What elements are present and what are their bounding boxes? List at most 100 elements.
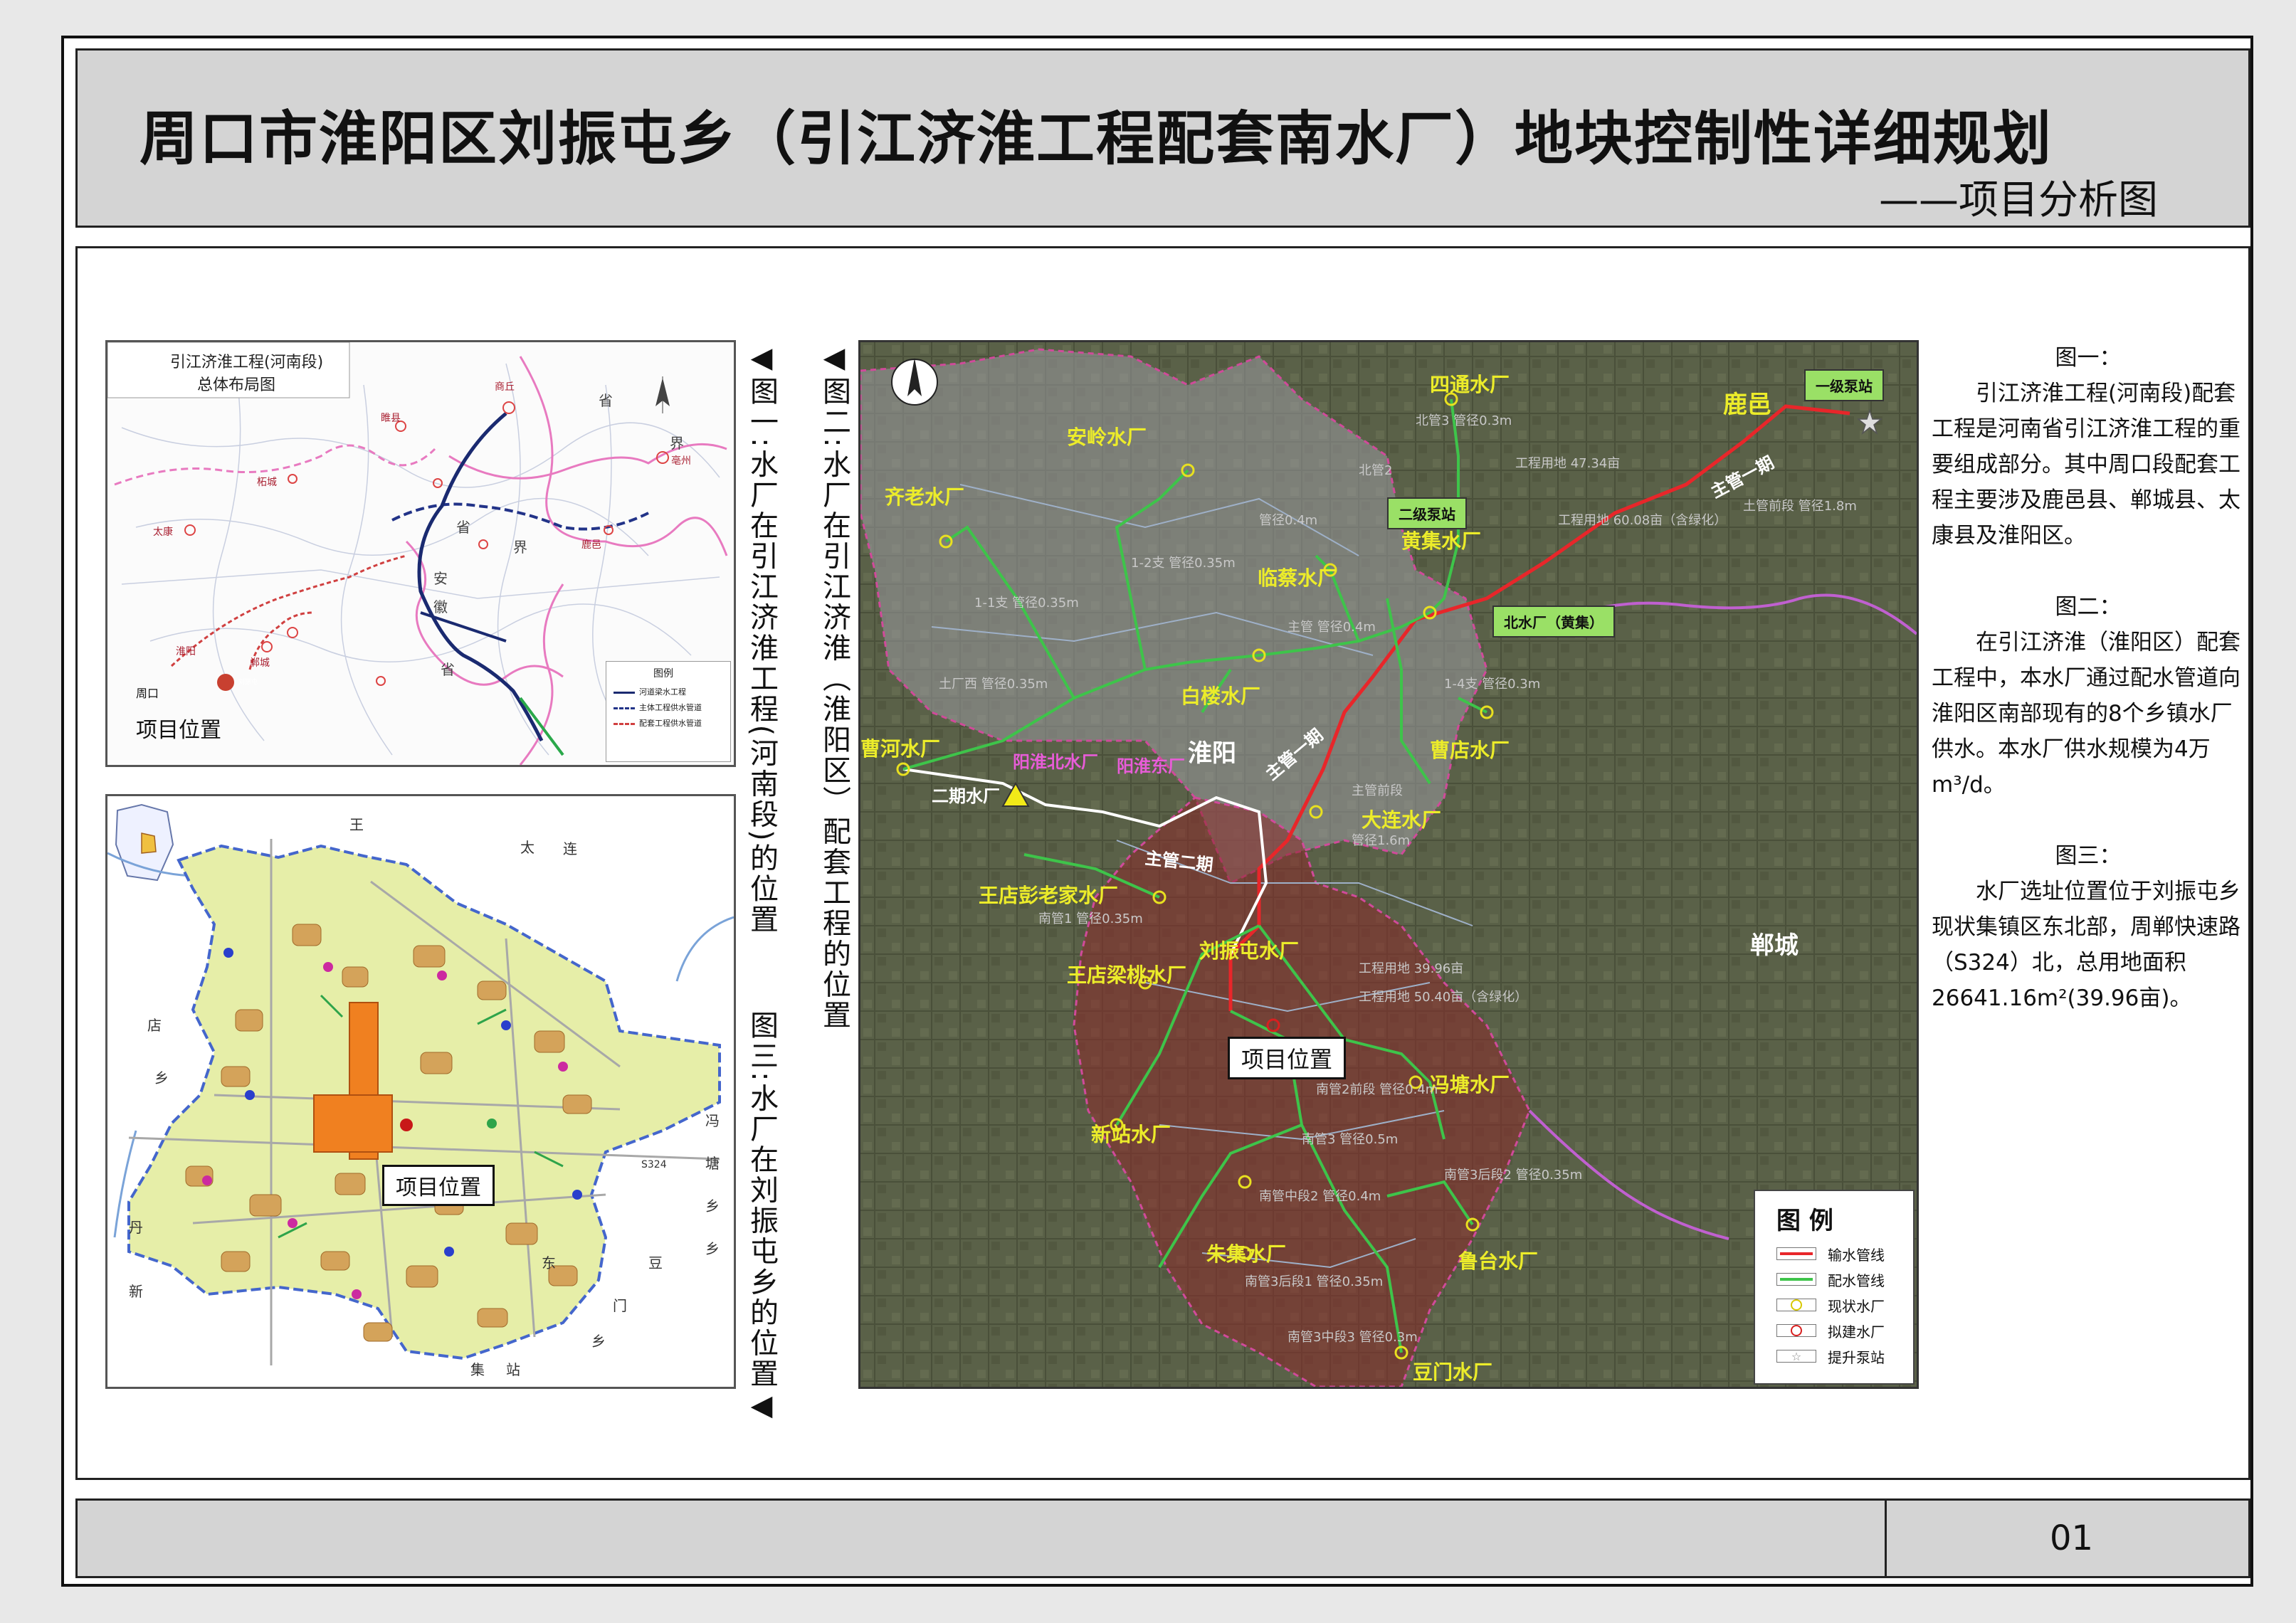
plant-label: 安岭水厂 [1067, 425, 1147, 449]
pipe-note: 南管3后段2 管径0.35m [1444, 1168, 1583, 1183]
pipe-note: 土厂西 管径0.35m [939, 677, 1048, 692]
figure-3-svg [107, 796, 734, 1387]
legend-swatch-transmission [1776, 1247, 1816, 1260]
province-label: 安 [433, 570, 448, 587]
edge-char: 丹 [129, 1219, 143, 1236]
fig1-legend: 图例 河道梁水工程 主体工程供水管道 配套工程供水管道 [606, 661, 731, 762]
plant-label: 曹河水厂 [860, 737, 941, 761]
project-dot [217, 674, 234, 691]
edge-char: 门 [613, 1297, 627, 1314]
legend-swatch [614, 707, 635, 709]
pipe-note: 南管3中段3 管径0.3m [1287, 1330, 1418, 1345]
pipe-note: 工程用地 60.08亩（含绿化） [1558, 513, 1727, 528]
plant-label: 朱集水厂 [1206, 1242, 1287, 1266]
pipe-note: 南管3后段1 管径0.35m [1245, 1274, 1384, 1289]
figure-3-map: 项目位置 S324 太 王 店 乡 冯 塘 乡 豆 门 乡 新 站 集 东 连 … [105, 794, 736, 1389]
pump-station-tag: 二级泵站 [1387, 497, 1467, 529]
legend-label: 配水管线 [1828, 1272, 1885, 1289]
edge-char: 东 [542, 1254, 556, 1272]
province-label: 界 [513, 539, 527, 556]
edge-char: 太 [520, 839, 534, 856]
plant-label: 齐老水厂 [885, 485, 965, 509]
edge-char: 店 [147, 1017, 162, 1034]
description-block: 图二： 在引江济淮（淮阳区）配套工程中，本水厂通过配水管道向淮阳区南部现有的8个… [1932, 589, 2245, 803]
fig1-legend-item: 配套工程供水管道 [639, 719, 702, 728]
north-plant-tag: 北水厂（黄集） [1492, 606, 1615, 638]
pipe-note: 1-4支 管径0.3m [1444, 677, 1541, 692]
edge-char: 塘 [705, 1155, 720, 1172]
pipe-note: 工程用地 39.96亩 [1359, 961, 1464, 976]
magenta-plant-label: 阳淮东厂 [1117, 756, 1185, 776]
pipe-note: 主管前段 [1352, 783, 1403, 798]
page-subtitle: ——项目分析图 [1879, 177, 2158, 223]
page-number: 01 [2050, 1518, 2094, 1558]
fig3-road-label: S324 [641, 1159, 667, 1170]
pipe-note: 南管3 管径0.5m [1302, 1132, 1399, 1147]
pipe-note: 北管3 管径0.3m [1416, 413, 1512, 428]
legend-swatch-distribution [1776, 1273, 1816, 1286]
city-label: 亳州 [671, 455, 691, 467]
description-heading: 图二： [2055, 594, 2122, 620]
pump-station-tag: 一级泵站 [1804, 369, 1884, 401]
fig3-caption: 图三:水厂在刘振屯乡的位置◀ [745, 1010, 778, 1424]
figure-1-map: 引江济淮工程(河南段) 总体布局图 项目位置 刘振屯 商丘 睢县 柘城 太康 鹿… [105, 340, 736, 767]
city-label: 郸城 [250, 657, 270, 669]
footer-bar [75, 1498, 2250, 1578]
legend-swatch-planned-plant [1776, 1324, 1816, 1337]
plant-label: 四通水厂 [1430, 373, 1510, 396]
plant-label: 新站水厂 [1091, 1123, 1171, 1146]
magenta-plant-label: 阳淮北水厂 [1013, 752, 1098, 772]
description-block: 图三： 水厂选址位置位于刘振屯乡现状集镇区东北部，周郸快速路（S324）北，总用… [1932, 838, 2245, 1016]
pipe-note: 北管2 [1359, 463, 1393, 478]
legend-label: 提升泵站 [1828, 1348, 1885, 1366]
city-label: 周口 [136, 687, 159, 700]
plant-label: 鲁台水厂 [1458, 1249, 1539, 1273]
fig2-caption: ◀图二:水厂在引江济淮（淮阳区）配套工程的位置 [818, 342, 851, 1031]
description-column: 图一： 引江济淮工程(河南段)配套工程是河南省引江济淮工程的重要组成部分。其中周… [1932, 340, 2245, 1052]
pipe-note: 南管中段2 管径0.4m [1259, 1189, 1381, 1204]
fig1-legend-item: 主体工程供水管道 [639, 703, 702, 712]
edge-char: 豆 [648, 1254, 663, 1272]
legend-row: 输水管线 [1776, 1245, 1885, 1264]
legend-row: ☆ 提升泵站 [1776, 1348, 1885, 1366]
plant-label: 临蔡水厂 [1258, 566, 1338, 590]
legend-row: 拟建水厂 [1776, 1322, 1885, 1341]
page-title: 周口市淮阳区刘振屯乡（引江济淮工程配套南水厂）地块控制性详细规划 [139, 105, 2053, 173]
footer-divider [1885, 1498, 1887, 1578]
description-body: 水厂选址位置位于刘振屯乡现状集镇区东北部，周郸快速路（S324）北，总用地面积2… [1932, 879, 2240, 1011]
canal-branch [420, 611, 507, 643]
city-label-huaiyang: 淮阳 [1188, 739, 1236, 768]
description-heading: 图三： [2055, 843, 2122, 869]
plant-label: 大连水厂 [1362, 808, 1442, 832]
town-center-plot [313, 1094, 393, 1153]
city-label-dancheng: 郸城 [1750, 931, 1799, 960]
anhui-border [519, 356, 728, 556]
pipe-note: 主管 管径0.4m [1287, 620, 1376, 635]
city-label: 柘城 [257, 477, 277, 488]
pipe-note: 管径1.6m [1352, 833, 1411, 848]
plant-label: 白楼水厂 [1181, 684, 1261, 708]
pipe-note: 工程用地 47.34亩 [1515, 456, 1621, 471]
legend-label: 拟建水厂 [1828, 1323, 1885, 1341]
city-label: 商丘 [495, 381, 515, 393]
legend-swatch-existing-plant [1776, 1299, 1816, 1311]
city-label: 太康 [153, 527, 173, 538]
pipe-note: 1-1支 管径0.35m [974, 596, 1079, 610]
project-location-callout: 项目位置 [1228, 1037, 1347, 1079]
plant-label: 黄集水厂 [1401, 529, 1482, 553]
description-block: 图一： 引江济淮工程(河南段)配套工程是河南省引江济淮工程的重要组成部分。其中周… [1932, 340, 2245, 554]
edge-char: 乡 [705, 1198, 720, 1215]
plant-label: 王店彭老家水厂 [979, 884, 1119, 907]
fig1-small-label: 刘振屯 [238, 679, 258, 686]
phase-2-plant-label: 二期水厂 [932, 786, 1000, 806]
legend-swatch [614, 723, 635, 725]
legend-row: 配水管线 [1776, 1271, 1885, 1289]
pipe-note: 南管1 管径0.35m [1038, 911, 1143, 926]
plant-label: 冯塘水厂 [1430, 1073, 1510, 1096]
fig1-title-line1: 引江济淮工程(河南段) [170, 354, 324, 371]
edge-char: 集 [470, 1361, 485, 1378]
description-heading: 图一： [2055, 345, 2122, 371]
legend-row: 现状水厂 [1776, 1296, 1885, 1315]
pipe-note: 工程用地 50.40亩（含绿化） [1359, 990, 1528, 1005]
city-label: 鹿邑 [581, 539, 601, 551]
